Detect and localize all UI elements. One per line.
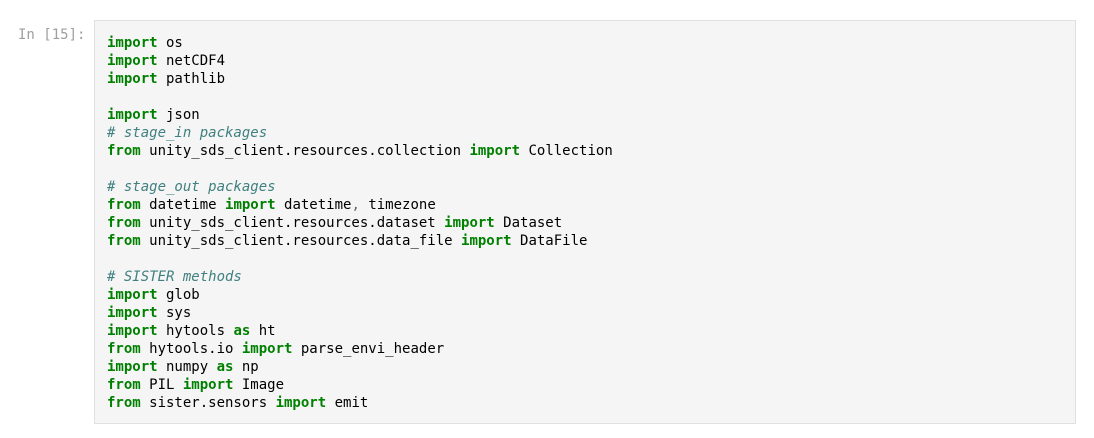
code-line: from unity_sds_client.resources.data_fil…: [107, 232, 613, 250]
keyword-token: import: [107, 287, 158, 303]
code-line: from PIL import Image: [107, 376, 613, 394]
code-line: import os: [107, 34, 613, 52]
keyword-token: import: [107, 323, 158, 339]
code-token: np: [233, 359, 259, 375]
code-token: timezone: [359, 197, 436, 213]
code-content[interactable]: import os import netCDF4 import pathlib imp…: [107, 34, 613, 412]
keyword-token: import: [469, 143, 521, 159]
comment-token: # stage_in packages: [107, 125, 268, 141]
code-token: Image: [233, 377, 285, 393]
keyword-token: import: [107, 71, 158, 87]
code-token: emit: [326, 395, 369, 411]
keyword-token: from: [107, 215, 141, 231]
code-token: hytools.io: [140, 341, 242, 357]
code-line: from unity_sds_client.resources.collecti…: [107, 142, 613, 160]
code-token: datetime: [140, 197, 226, 213]
keyword-token: import: [461, 233, 512, 249]
code-line: import glob: [107, 286, 613, 304]
code-token: Collection: [520, 143, 613, 159]
code-line: import hytools as ht: [107, 322, 613, 340]
code-token: glob: [157, 287, 200, 303]
code-token: os: [157, 35, 183, 51]
code-token: ht: [250, 323, 276, 339]
keyword-token: as: [233, 323, 251, 339]
keyword-token: as: [216, 359, 234, 375]
code-token: json: [157, 107, 200, 123]
code-token: DataFile: [511, 233, 588, 249]
code-token: pathlib: [157, 71, 226, 87]
comment-token: # stage_out packages: [107, 179, 276, 195]
code-line: from datetime import datetime, timezone: [107, 196, 613, 214]
comment-token: # SISTER methods: [107, 269, 242, 285]
code-token: netCDF4: [157, 53, 226, 69]
code-token: numpy: [157, 359, 217, 375]
keyword-token: import: [182, 377, 234, 393]
keyword-token: from: [107, 197, 141, 213]
code-line: # stage_out packages: [107, 178, 613, 196]
code-line: from sister.sensors import emit: [107, 394, 613, 412]
code-line: import numpy as np: [107, 358, 613, 376]
code-line: from unity_sds_client.resources.dataset …: [107, 214, 613, 232]
code-token: unity_sds_client.resources.dataset: [140, 215, 445, 231]
keyword-token: from: [107, 377, 141, 393]
keyword-token: import: [444, 215, 495, 231]
notebook-code-cell[interactable]: In [15]: import os import netCDF4 import p…: [0, 0, 1094, 438]
keyword-token: import: [107, 53, 158, 69]
code-line: import sys: [107, 304, 613, 322]
code-token: hytools: [157, 323, 234, 339]
code-token: unity_sds_client.resources.data_file: [140, 233, 462, 249]
keyword-token: import: [107, 305, 158, 321]
code-line: from hytools.io import parse_envi_header: [107, 340, 613, 358]
code-token: datetime: [275, 197, 352, 213]
execution-count-prompt: In [15]:: [18, 27, 86, 43]
keyword-token: import: [225, 197, 276, 213]
code-token: sister.sensors: [140, 395, 276, 411]
code-token: parse_envi_header: [292, 341, 445, 357]
code-line: import pathlib: [107, 70, 613, 88]
keyword-token: from: [107, 395, 141, 411]
keyword-token: import: [107, 359, 158, 375]
keyword-token: import: [107, 35, 158, 51]
code-token: sys: [157, 305, 192, 321]
keyword-token: import: [241, 341, 293, 357]
keyword-token: import: [107, 107, 158, 123]
code-line: # stage_in packages: [107, 124, 613, 142]
code-line: # SISTER methods: [107, 268, 613, 286]
keyword-token: import: [275, 395, 327, 411]
code-token: Dataset: [494, 215, 563, 231]
keyword-token: from: [107, 233, 141, 249]
code-editor[interactable]: import os import netCDF4 import pathlib imp…: [94, 20, 1076, 424]
keyword-token: from: [107, 143, 141, 159]
keyword-token: from: [107, 341, 141, 357]
code-line: import json: [107, 106, 613, 124]
code-token: unity_sds_client.resources.collection: [140, 143, 470, 159]
operator-token: ,: [351, 197, 360, 213]
code-line: import netCDF4: [107, 52, 613, 70]
code-token: PIL: [140, 377, 183, 393]
